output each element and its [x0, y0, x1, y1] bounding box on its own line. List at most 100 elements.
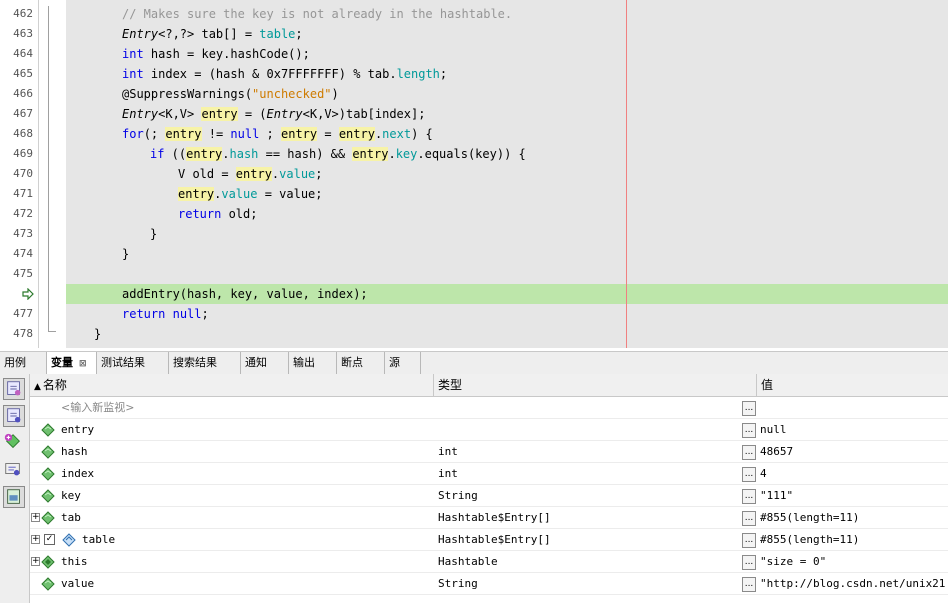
tab-2[interactable]: 测试结果	[97, 352, 169, 374]
code-token: <?,?> tab[] =	[158, 27, 260, 41]
variable-row-tab[interactable]: + tab Hashtable$Entry[]... #855(length=11)	[30, 507, 948, 529]
line-number: 470	[13, 167, 33, 180]
code-line: for(; entry != null ; entry = entry.next…	[122, 124, 433, 144]
tab-4[interactable]: 通知	[241, 352, 289, 374]
tab-0[interactable]: 用例	[0, 352, 47, 374]
code-token: entry	[178, 187, 215, 201]
code-token: length	[396, 67, 440, 81]
value-customize-button[interactable]: ...	[742, 445, 756, 460]
line-number: 466	[13, 87, 33, 100]
variable-row-table[interactable]: + ✓ table Hashtable$Entry[]... #855(length=1…	[30, 529, 948, 551]
variable-row-hash[interactable]: hash int... 48657	[30, 441, 948, 463]
expand-icon[interactable]: +	[31, 535, 40, 544]
code-line: entry.value = value;	[178, 184, 323, 204]
code-token: ;	[315, 167, 323, 181]
new-watch-button[interactable]	[3, 432, 25, 454]
code-token: V old =	[178, 167, 236, 181]
code-token: ;	[439, 67, 448, 81]
expand-icon[interactable]: +	[31, 557, 40, 566]
code-token: entry	[186, 147, 223, 161]
variable-name: entry	[61, 423, 95, 436]
variable-row-index[interactable]: index int... 4	[30, 463, 948, 485]
value-customize-button[interactable]: ...	[742, 511, 756, 526]
evaluate-expression-button[interactable]	[3, 459, 25, 481]
code-token: entry	[338, 127, 375, 141]
code-token: key	[395, 147, 418, 161]
show-fields-button[interactable]	[3, 405, 25, 427]
value-customize-button[interactable]: ...	[742, 533, 756, 548]
line-number: 475	[13, 267, 33, 280]
value-customize-button[interactable]: ...	[742, 467, 756, 482]
show-watches-button[interactable]	[3, 378, 25, 400]
code-token: next	[382, 127, 412, 141]
code-line: Entry<?,?> tab[] = table;	[122, 24, 303, 44]
variable-value[interactable]: #855(length=11)	[760, 529, 946, 551]
variable-value[interactable]: #855(length=11)	[760, 507, 946, 529]
value-customize-button[interactable]: ...	[742, 555, 756, 570]
line-number: 462	[13, 7, 33, 20]
code-token: for	[122, 127, 144, 141]
variable-value[interactable]: "111"	[760, 485, 946, 507]
bottom-panel-tabs: 用例 变量 ⊠ 测试结果 搜索结果 通知 输出 断点 源	[0, 351, 948, 375]
value-customize-button[interactable]: ...	[742, 489, 756, 504]
column-header-type[interactable]: 类型	[434, 374, 757, 396]
tab-1[interactable]: 变量 ⊠	[47, 352, 97, 374]
column-header-name[interactable]: ▲ 名称	[30, 374, 434, 396]
new-watch-input[interactable]: <输入新监视>	[61, 397, 134, 419]
code-token: old;	[221, 207, 258, 221]
table-header: ▲ 名称 类型 值	[30, 374, 948, 397]
code-token: return	[122, 307, 166, 321]
tab-6[interactable]: 断点	[337, 352, 385, 374]
code-token: Entry	[122, 27, 159, 41]
value-customize-button[interactable]: ...	[742, 423, 756, 438]
code-token: hash = key.hashCode();	[143, 47, 310, 61]
variable-value[interactable]: null	[760, 419, 946, 441]
tab-5[interactable]: 输出	[289, 352, 337, 374]
tab-7[interactable]: 源	[385, 352, 421, 374]
code-editor[interactable]: 462 463 464 465 466 467 468 469 470 471 472 473 474 4…	[0, 0, 948, 348]
new-watch-customize-button[interactable]: ...	[742, 401, 756, 416]
variable-value[interactable]: 48657	[760, 441, 946, 463]
column-header-value[interactable]: 值	[757, 374, 948, 396]
show-classes-button[interactable]	[3, 486, 25, 508]
watch-checkbox[interactable]: ✓	[44, 534, 55, 545]
new-watch-row[interactable]: <输入新监视> ...	[30, 397, 948, 419]
line-number: 464	[13, 47, 33, 60]
local-variable-icon	[41, 577, 55, 591]
code-line: addEntry(hash, key, value, index);	[122, 284, 368, 304]
variable-value[interactable]: 4	[760, 463, 946, 485]
line-number: 465	[13, 67, 33, 80]
tab-3[interactable]: 搜索结果	[169, 352, 241, 374]
variable-value[interactable]: "http://blog.csdn.net/unix21/"	[760, 573, 946, 595]
classes-icon	[7, 489, 20, 504]
variable-name: index	[61, 467, 95, 480]
variable-name: tab	[61, 511, 81, 524]
code-token: // Makes sure the key is not already in …	[122, 7, 513, 21]
code-token: table	[259, 27, 296, 41]
variable-row-value[interactable]: value String... "http://blog.csdn.net/unix…	[30, 573, 948, 595]
fold-guide-end	[48, 331, 56, 332]
code-token: ;	[259, 127, 281, 141]
code-token: entry	[352, 147, 389, 161]
variable-row-key[interactable]: key String... "111"	[30, 485, 948, 507]
value-customize-button[interactable]: ...	[742, 577, 756, 592]
code-token: <K,V>)tab[index];	[302, 107, 426, 121]
expand-icon[interactable]: +	[31, 513, 40, 522]
variable-row-this[interactable]: + this Hashtable... "size = 0"	[30, 551, 948, 573]
variable-row-entry[interactable]: entry... null	[30, 419, 948, 441]
variable-type: String	[438, 489, 478, 502]
variable-name: this	[61, 555, 88, 568]
close-tab-icon[interactable]: ⊠	[79, 359, 87, 369]
variable-value[interactable]: "size = 0"	[760, 551, 946, 573]
code-token: null	[230, 127, 260, 141]
line-number: 472	[13, 207, 33, 220]
code-token: int	[122, 47, 144, 61]
line-number: 469	[13, 147, 33, 160]
local-variable-icon	[41, 423, 55, 437]
line-number: 467	[13, 107, 33, 120]
variables-table[interactable]: ▲ 名称 类型 值 <输入新监视> ... entry... null hash int…	[30, 374, 948, 603]
variable-name: table	[82, 533, 116, 546]
line-number: 474	[13, 247, 33, 260]
code-token: if	[150, 147, 165, 161]
